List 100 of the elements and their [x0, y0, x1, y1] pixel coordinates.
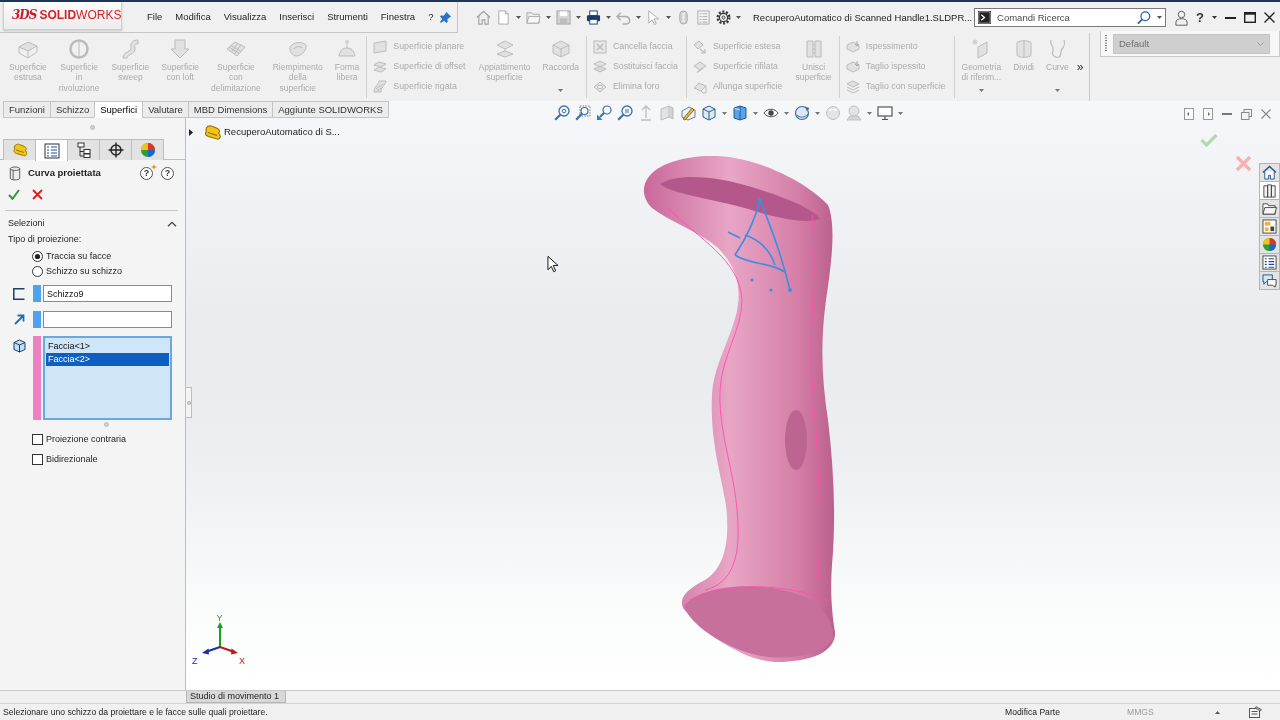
axis-label: Y — [216, 612, 223, 623]
cube-pencil-icon[interactable] — [680, 105, 696, 121]
close-icon[interactable] — [1264, 12, 1275, 23]
menu-item[interactable]: Modifica — [175, 11, 211, 23]
maximize-icon[interactable] — [1244, 12, 1256, 23]
sheet-hole-icon — [592, 79, 607, 94]
caret-icon[interactable] — [1157, 16, 1163, 19]
selection-field[interactable] — [43, 311, 172, 328]
menu-item[interactable]: Finestra — [380, 11, 416, 23]
caret-icon[interactable] — [736, 16, 741, 19]
sphere-icon — [139, 142, 156, 158]
selection-list[interactable]: Faccia<1> Faccia<2> — [43, 336, 172, 420]
caret-right-icon[interactable] — [189, 128, 193, 136]
tab[interactable]: Schizzo — [49, 101, 96, 118]
panel-tab[interactable] — [67, 139, 100, 160]
magnifier-icon[interactable] — [575, 105, 591, 121]
layered-sheet-icon — [845, 79, 860, 94]
search-icon[interactable] — [1137, 10, 1152, 25]
list-icon — [1262, 255, 1277, 270]
tab[interactable]: Superfici — [94, 101, 144, 118]
home-icon — [1262, 165, 1277, 180]
stacked-sheets-icon — [494, 39, 515, 59]
ring-icon — [69, 39, 90, 59]
cancel-icon[interactable] — [32, 188, 43, 200]
caret-icon[interactable] — [636, 16, 641, 19]
checkbox[interactable] — [32, 434, 43, 445]
grip-dot-icon[interactable] — [104, 422, 109, 427]
plane-icon — [373, 39, 388, 54]
tab[interactable]: Studio di movimento 1 — [186, 691, 286, 703]
patch-icon — [287, 39, 308, 59]
x-axis-arrow — [219, 646, 238, 655]
caret-icon[interactable] — [546, 16, 551, 19]
offset-sheets-icon — [373, 59, 388, 74]
caret-icon[interactable] — [1212, 16, 1217, 19]
books-icon — [1262, 183, 1277, 198]
panel-right-icon[interactable] — [1203, 108, 1213, 120]
check-icon[interactable] — [8, 188, 20, 200]
radio-label: Traccia su facce — [46, 251, 112, 262]
cube-icon[interactable] — [701, 105, 717, 121]
notepad-icon[interactable] — [1249, 706, 1262, 718]
grip-dot-icon[interactable] — [90, 124, 95, 130]
help-button[interactable]: ? — [1196, 9, 1204, 26]
caret-icon[interactable] — [516, 16, 521, 19]
printer-icon[interactable] — [586, 10, 601, 25]
panel-collapse-handle[interactable] — [186, 387, 192, 418]
help-button[interactable]: ? — [161, 166, 174, 180]
search-field[interactable]: Comandi Ricerca — [974, 8, 1167, 27]
task-pane-tab[interactable] — [1259, 271, 1280, 290]
logo-tab[interactable]: 3DS SOLIDWORKS — [3, 2, 122, 30]
selection-field[interactable]: Schizzo9 — [43, 285, 172, 302]
status-message: Selezionare uno schizzo da proiettare e le facce sulle quali proiettare. — [2, 706, 269, 718]
minimize-icon[interactable] — [1225, 16, 1236, 19]
curve-icon — [1047, 39, 1068, 59]
checkbox[interactable] — [32, 454, 43, 465]
grip-dot-icon — [186, 400, 191, 405]
units-menu[interactable]: MMGS — [1127, 706, 1215, 718]
sheets-icon — [592, 59, 607, 74]
section-title: Selezioni — [8, 218, 45, 229]
tab[interactable]: Funzioni — [3, 101, 51, 118]
list-item[interactable]: Faccia<2> — [46, 353, 169, 366]
menu-item[interactable]: Visualizza — [223, 11, 267, 23]
magnifier-icon[interactable] — [617, 105, 633, 121]
caret-icon[interactable] — [606, 16, 611, 19]
cube-icon — [12, 339, 26, 353]
cylinder-icon — [9, 165, 21, 181]
caret-up-icon[interactable] — [1215, 710, 1220, 714]
settings-icon[interactable] — [716, 10, 731, 25]
search-input[interactable]: Comandi Ricerca — [997, 10, 1132, 25]
restore-icon[interactable] — [1241, 108, 1252, 120]
caret-icon[interactable] — [666, 16, 671, 19]
extended-sheet-icon — [692, 79, 707, 94]
radio-button[interactable] — [32, 266, 43, 277]
pin-icon[interactable] — [440, 11, 451, 23]
logo-text: SOLIDWORKS — [39, 8, 122, 23]
menu-item[interactable]: ? — [428, 11, 434, 23]
monitor-icon[interactable] — [877, 105, 893, 121]
user-icon[interactable] — [1175, 9, 1189, 26]
radio-button[interactable] — [32, 251, 43, 262]
menu-item[interactable]: Inserisci — [279, 11, 315, 23]
magnifier-icon[interactable] — [554, 105, 570, 121]
y-axis-arrow — [217, 622, 223, 648]
ruled-sheet-icon — [373, 79, 388, 94]
box-icon[interactable] — [732, 105, 748, 121]
check-icon[interactable] — [1200, 133, 1218, 147]
menu-item[interactable]: Strumenti — [327, 11, 368, 23]
tab[interactable]: Valutare — [142, 101, 189, 118]
panel-left-icon[interactable] — [1184, 108, 1194, 120]
bracket-icon — [13, 288, 25, 300]
help-button[interactable]: ? — [140, 166, 153, 180]
tree-item[interactable]: RecuperoAutomatico di S... — [224, 126, 340, 138]
tab[interactable]: MBD Dimensions — [187, 101, 274, 118]
list-item[interactable]: Faccia<1> — [46, 340, 169, 353]
caret-icon[interactable] — [576, 16, 581, 19]
tab[interactable]: Aggiunte SOLIDWORKS — [272, 101, 389, 118]
magnifier-arrow-icon[interactable] — [596, 105, 612, 121]
more-button[interactable]: » — [1074, 59, 1086, 75]
panel-tab[interactable] — [99, 139, 132, 160]
radio-label: Schizzo su schizzo — [46, 266, 123, 277]
menu-item[interactable]: File — [147, 11, 163, 23]
chevron-up-icon[interactable] — [167, 220, 177, 227]
